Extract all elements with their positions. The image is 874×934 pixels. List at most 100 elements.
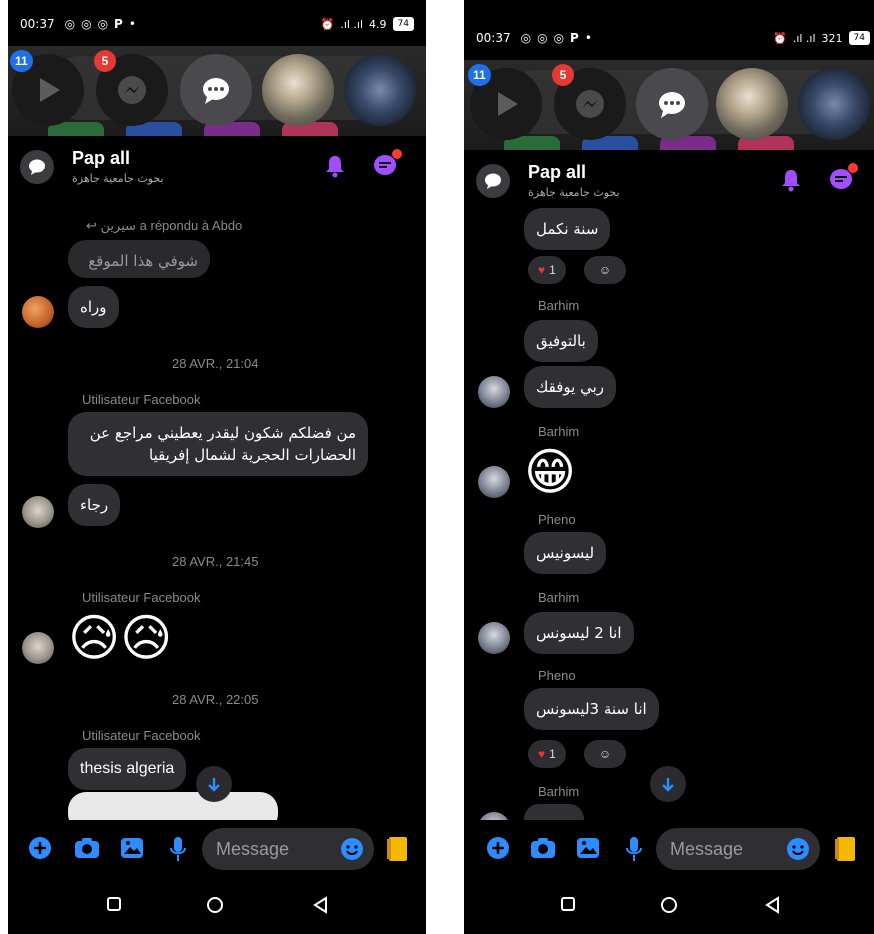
system-nav-bar [8, 878, 426, 934]
message-bubble[interactable]: بالتوفيق [524, 320, 598, 362]
sender-avatar[interactable] [478, 812, 510, 820]
play-icon [40, 78, 60, 102]
bell-icon[interactable] [780, 168, 802, 197]
back-icon[interactable] [764, 896, 780, 919]
emoji-icon[interactable] [786, 837, 810, 866]
notification-dot [848, 163, 858, 173]
message-bubble[interactable]: من فضلكم شكون ليقدر يعطيني مراجع عن الحض… [68, 412, 368, 476]
chat-head-avatar[interactable] [344, 54, 416, 126]
chat-heads-bar: 11 5 [464, 60, 874, 150]
message-feed[interactable]: ↩ سيرين a répondu à Abdo شوفي هذا الموقع… [8, 200, 426, 820]
emoji-message[interactable]: 😥😥 [68, 610, 172, 666]
microphone-icon[interactable] [624, 836, 644, 867]
message-bubble[interactable]: سنة نكمل [524, 208, 611, 250]
back-icon[interactable] [312, 896, 328, 919]
chat-title[interactable]: Pap all [72, 148, 130, 169]
signal-icon: .ıl .ıl [792, 31, 816, 45]
sender-avatar[interactable] [22, 632, 54, 664]
instagram-icon: ◎ [97, 17, 109, 31]
group-avatar[interactable] [476, 164, 510, 198]
message-input-box[interactable] [656, 828, 820, 870]
group-avatar[interactable] [20, 150, 54, 184]
link-preview[interactable] [68, 792, 278, 820]
recents-icon[interactable] [560, 896, 576, 917]
alarm-icon: ⏰ [773, 31, 787, 45]
instagram-icon: ◎ [81, 17, 92, 31]
status-bar: 00:37 ◎ ◎ ◎ P • ⏰ .ıl .ıl 4.9 74 [8, 8, 426, 40]
messenger-chat-head[interactable]: 5 [552, 64, 626, 140]
chat-head-avatar[interactable] [798, 68, 870, 140]
chat-head-avatar[interactable] [262, 54, 334, 126]
emoji-icon[interactable] [340, 837, 364, 866]
sticker-icon[interactable] [386, 836, 408, 867]
arrow-down-icon [208, 778, 220, 792]
alarm-icon: ⏰ [320, 17, 335, 31]
sender-name: Utilisateur Facebook [82, 392, 201, 407]
system-nav-bar [464, 878, 874, 934]
message-bubble[interactable]: وراه [68, 286, 119, 328]
message-bubble[interactable]: ليسونيس [524, 532, 607, 574]
chat-heads-toggle-icon[interactable] [828, 163, 858, 197]
status-bar: 00:37 ◎ ◎ ◎ P • ⏰ .ıl .ıl 321 74 [464, 22, 874, 54]
home-icon[interactable] [206, 896, 224, 919]
battery-indicator: 74 [848, 31, 870, 45]
messenger-icon [576, 90, 604, 118]
scroll-down-button[interactable] [196, 766, 232, 802]
add-reaction-icon[interactable]: ☺ [584, 740, 626, 768]
message-input[interactable] [670, 828, 770, 870]
chat-subtitle: بحوث جامعية جاهزة [72, 172, 164, 185]
date-separator: 28 AVR., 21:45 [172, 554, 259, 569]
heart-icon: ♥ [538, 747, 546, 761]
chat-head-group[interactable] [180, 54, 252, 126]
sender-name: Utilisateur Facebook [82, 728, 201, 743]
video-chat-head[interactable]: 11 [468, 64, 542, 140]
notification-dot [392, 149, 402, 159]
sender-avatar[interactable] [478, 466, 510, 498]
chat-header: Pap all بحوث جامعية جاهزة [464, 154, 874, 210]
recents-icon[interactable] [106, 896, 122, 917]
message-bubble[interactable]: ربي يوفقك [524, 366, 617, 408]
add-reaction-icon[interactable]: ☺ [584, 256, 626, 284]
unread-badge: 5 [552, 64, 574, 86]
sender-avatar[interactable] [22, 296, 54, 328]
plus-icon[interactable] [486, 836, 510, 865]
bell-icon[interactable] [324, 154, 346, 183]
chat-bubble-icon [485, 173, 501, 189]
reaction-chip[interactable]: ♥ 1 [528, 256, 566, 284]
messenger-chat-head[interactable]: 5 [94, 50, 168, 126]
status-app-letter: P [570, 31, 579, 45]
message-bubble[interactable]: thesis algeria [68, 748, 187, 790]
chat-heads-toggle-icon[interactable] [372, 149, 402, 183]
message-bubble[interactable]: انا 2 ليسونس [524, 612, 634, 654]
chat-heads-bar: 11 5 [8, 46, 426, 136]
message-bubble[interactable]: انا سنة 3ليسونس [524, 688, 659, 730]
gallery-icon[interactable] [576, 836, 600, 865]
chat-bubble-icon [29, 159, 45, 175]
camera-icon[interactable] [530, 836, 556, 865]
chat-title[interactable]: Pap all [528, 162, 586, 183]
sender-avatar[interactable] [478, 376, 510, 408]
gallery-icon[interactable] [120, 836, 144, 865]
battery-indicator: 74 [392, 17, 414, 31]
message-bubble[interactable]: رجاء [68, 484, 121, 526]
sender-avatar[interactable] [478, 622, 510, 654]
message-bubble[interactable] [524, 804, 584, 820]
sticker-icon[interactable] [834, 836, 856, 867]
sender-avatar[interactable] [22, 496, 54, 528]
microphone-icon[interactable] [168, 836, 188, 867]
message-input-box[interactable] [202, 828, 374, 870]
message-input[interactable] [216, 828, 316, 870]
camera-icon[interactable] [74, 836, 100, 865]
sender-name: Pheno [538, 512, 576, 527]
message-feed[interactable]: سنة نكمل ♥ 1 ☺ Barhim بالتوفيق ربي يوفقك … [464, 208, 874, 820]
video-chat-head[interactable]: 11 [10, 50, 84, 126]
plus-icon[interactable] [28, 836, 52, 865]
sender-name: Barhim [538, 590, 580, 605]
scroll-down-button[interactable] [650, 766, 686, 802]
chat-head-group[interactable] [636, 68, 708, 140]
emoji-message[interactable]: 😁 [524, 444, 576, 500]
home-icon[interactable] [660, 896, 678, 919]
reaction-chip[interactable]: ♥ 1 [528, 740, 566, 768]
chat-head-avatar[interactable] [716, 68, 788, 140]
quoted-message[interactable]: شوفي هذا الموقع [68, 240, 210, 278]
